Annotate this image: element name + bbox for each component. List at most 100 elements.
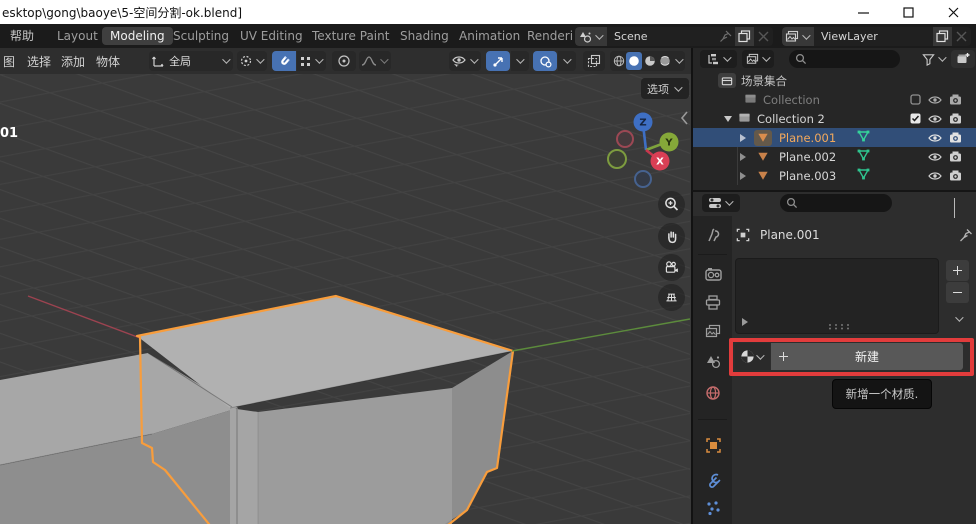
camera-view-button[interactable]: [658, 254, 685, 281]
outliner-row-collection[interactable]: Collection: [693, 90, 976, 109]
zoom-button[interactable]: [658, 191, 685, 218]
proportional-editing-toggle[interactable]: [332, 51, 356, 71]
camera-icon[interactable]: [949, 151, 962, 162]
eye-icon[interactable]: [928, 114, 942, 124]
eye-icon[interactable]: [928, 171, 942, 181]
gizmo-neg-z-ball[interactable]: [635, 171, 651, 187]
shading-wireframe-button[interactable]: [611, 55, 626, 67]
collapse-triangle-icon[interactable]: [724, 116, 732, 122]
pin-icon[interactable]: [959, 227, 973, 246]
scene-browse-button[interactable]: [575, 27, 607, 46]
new-scene-button[interactable]: [735, 27, 754, 46]
view-layer-browse-button[interactable]: [782, 27, 814, 46]
outliner-display-mode-dropdown[interactable]: [742, 50, 774, 68]
outliner-row-plane-001[interactable]: Plane.001: [693, 128, 976, 147]
close-button[interactable]: [931, 0, 976, 24]
workspace-tab-rendering[interactable]: Renderi: [527, 24, 573, 48]
workspace-tab-sculpting[interactable]: Sculpting: [173, 24, 229, 48]
tab-modifiers[interactable]: [703, 471, 723, 491]
gizmo-neg-y-ball[interactable]: [608, 150, 626, 168]
camera-icon[interactable]: [949, 113, 962, 124]
view-layer-selector[interactable]: ViewLayer: [782, 27, 971, 46]
menu-help[interactable]: 帮助: [10, 24, 34, 48]
remove-material-slot-button[interactable]: [946, 282, 969, 303]
proportional-falloff-dropdown[interactable]: [359, 51, 391, 71]
show-overlays-toggle[interactable]: [533, 51, 557, 71]
browse-material-button[interactable]: [735, 343, 770, 370]
eye-icon[interactable]: [928, 152, 942, 162]
tab-view-layer[interactable]: [703, 321, 723, 341]
shading-material-button[interactable]: [642, 55, 657, 67]
view-layer-name[interactable]: ViewLayer: [814, 30, 933, 43]
tab-scene[interactable]: [703, 351, 723, 371]
filter-dropdown[interactable]: [919, 50, 950, 68]
tab-particles[interactable]: [703, 498, 723, 518]
material-slot-list[interactable]: [735, 258, 939, 334]
outliner-row-plane-003[interactable]: Plane.003: [693, 166, 976, 185]
maximize-button[interactable]: [886, 0, 931, 24]
pin-icon[interactable]: [719, 30, 732, 43]
minimize-button[interactable]: [841, 0, 886, 24]
workspace-tab-shading[interactable]: Shading: [400, 24, 449, 48]
menu-add[interactable]: 添加: [61, 53, 85, 70]
show-gizmos-toggle[interactable]: [486, 51, 510, 71]
pan-button[interactable]: [658, 223, 685, 250]
resize-grip-icon[interactable]: [828, 323, 850, 330]
show-object-types-dropdown[interactable]: [449, 51, 481, 71]
eye-icon[interactable]: [928, 133, 942, 143]
tab-tool[interactable]: [703, 225, 723, 245]
outliner-row-scene-collection[interactable]: 场景集合: [693, 71, 976, 90]
tab-physics[interactable]: [703, 519, 723, 524]
options-dropdown[interactable]: 选项: [641, 78, 689, 99]
outliner-row-collection-2[interactable]: Collection 2: [693, 109, 976, 128]
new-collection-button[interactable]: [951, 50, 975, 68]
workspace-tab-uv-editing[interactable]: UV Editing: [240, 24, 303, 48]
properties-options-dropdown[interactable]: [951, 198, 958, 217]
tab-output[interactable]: [703, 292, 723, 312]
viewport-3d[interactable]: 图 选择 添加 物体 全局: [0, 48, 691, 524]
gizmo-neg-x-ball[interactable]: [617, 131, 633, 147]
tab-object[interactable]: [703, 435, 723, 455]
xray-toggle[interactable]: [583, 51, 605, 71]
workspace-tab-layout[interactable]: Layout: [57, 24, 98, 48]
properties-search-input[interactable]: [780, 194, 892, 212]
camera-icon[interactable]: [949, 94, 962, 105]
workspace-tab-modeling[interactable]: Modeling: [102, 27, 173, 45]
menu-select[interactable]: 选择: [27, 53, 51, 70]
editor-type-dropdown[interactable]: [700, 50, 737, 68]
expand-triangle-icon[interactable]: [742, 318, 748, 326]
shading-solid-button[interactable]: [626, 52, 642, 70]
material-specials-dropdown[interactable]: [946, 308, 969, 329]
new-view-layer-button[interactable]: [933, 27, 952, 46]
navigation-gizmo[interactable]: Z Y X: [605, 105, 687, 197]
workspace-tab-animation[interactable]: Animation: [459, 24, 520, 48]
camera-icon[interactable]: [949, 170, 962, 181]
scene-name[interactable]: Scene: [607, 30, 719, 43]
snap-toggle[interactable]: [272, 51, 296, 71]
overlays-dropdown[interactable]: [558, 51, 576, 71]
eye-icon[interactable]: [928, 95, 942, 105]
shading-rendered-button[interactable]: [657, 55, 672, 67]
workspace-tab-texture-paint[interactable]: Texture Paint: [312, 24, 389, 48]
pivot-point-dropdown[interactable]: [237, 51, 267, 71]
tab-world[interactable]: [703, 383, 723, 403]
expand-triangle-icon[interactable]: [740, 172, 746, 180]
breadcrumb-object-name[interactable]: Plane.001: [760, 228, 820, 242]
scene-canvas[interactable]: [0, 74, 690, 524]
gizmos-dropdown[interactable]: [511, 51, 529, 71]
unlink-scene-icon[interactable]: [758, 31, 769, 42]
new-material-button[interactable]: 新建: [771, 343, 963, 370]
exclude-checkbox-unchecked[interactable]: [910, 94, 921, 105]
scene-selector[interactable]: Scene: [575, 27, 773, 46]
unlink-view-layer-icon[interactable]: [956, 31, 967, 42]
outliner-row-plane-002[interactable]: Plane.002: [693, 147, 976, 166]
tab-render[interactable]: [703, 264, 723, 284]
add-material-slot-button[interactable]: [946, 260, 969, 281]
expand-triangle-icon[interactable]: [740, 134, 746, 142]
snap-settings-dropdown[interactable]: [297, 51, 326, 71]
menu-object[interactable]: 物体: [96, 53, 120, 70]
transform-orientation-dropdown[interactable]: 全局: [149, 51, 233, 71]
properties-editor-type-dropdown[interactable]: [702, 194, 740, 212]
exclude-checkbox-checked[interactable]: [910, 113, 921, 124]
ortho-toggle-button[interactable]: [658, 284, 685, 311]
